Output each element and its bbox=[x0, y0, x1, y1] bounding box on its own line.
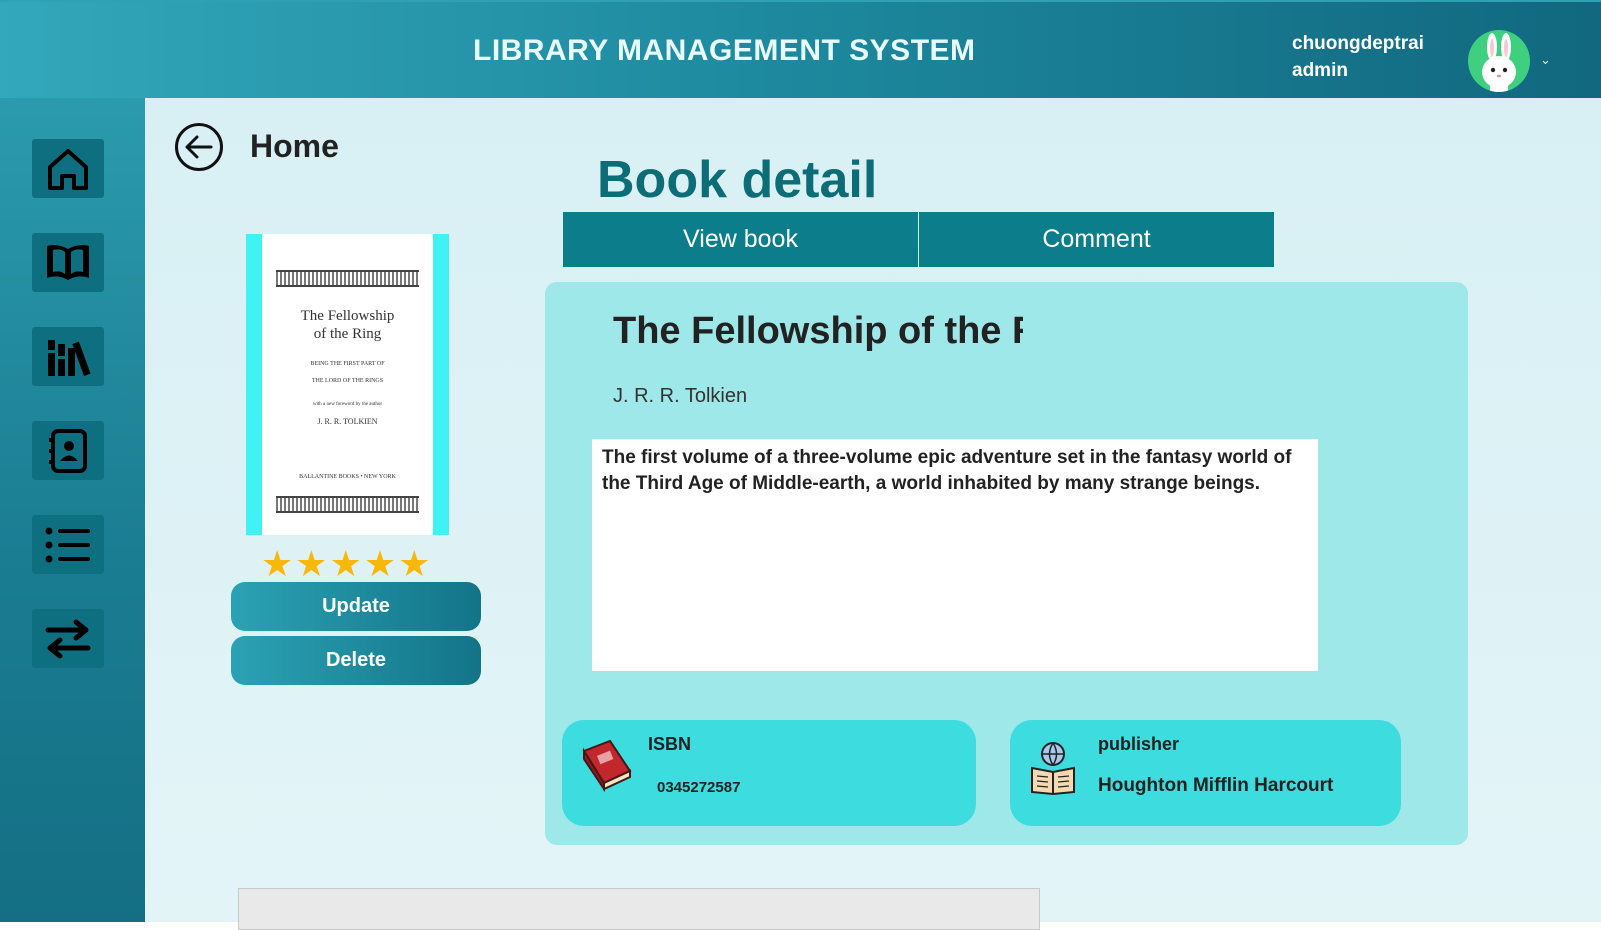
cover-publisher: BALLANTINE BOOKS • NEW YORK bbox=[299, 474, 396, 480]
rating-stars: ★★★★★ bbox=[261, 543, 432, 585]
cover-title-line2: of the Ring bbox=[313, 326, 382, 342]
cover-subtitle-3: with a new foreword by the author bbox=[312, 402, 383, 407]
table-header-partial bbox=[238, 888, 1040, 930]
chevron-down-icon[interactable]: ⌄ bbox=[1540, 52, 1551, 68]
tab-view-book[interactable]: View book bbox=[563, 212, 918, 267]
sidebar-item-home[interactable] bbox=[32, 139, 104, 198]
app-title: LIBRARY MANAGEMENT SYSTEM bbox=[473, 34, 976, 67]
book-icon bbox=[47, 244, 89, 280]
list-icon bbox=[45, 527, 90, 562]
sidebar-item-contacts[interactable] bbox=[32, 421, 104, 480]
back-button[interactable] bbox=[174, 122, 224, 172]
back-label[interactable]: Home bbox=[250, 128, 339, 165]
user-name: chuongdeptrai bbox=[1292, 33, 1424, 54]
cover-ornament-bottom bbox=[276, 496, 419, 513]
isbn-value: 0345272587 bbox=[657, 779, 741, 796]
user-role: admin bbox=[1292, 60, 1348, 81]
book-description[interactable]: The first volume of a three-volume epic … bbox=[592, 439, 1318, 671]
sidebar-item-library[interactable] bbox=[32, 327, 104, 386]
isbn-label: ISBN bbox=[648, 734, 692, 754]
main-content: Home Book detail View book Comment The F… bbox=[145, 98, 1601, 930]
star-icon: ★ bbox=[261, 543, 296, 584]
delete-button[interactable]: Delete bbox=[231, 636, 481, 685]
sidebar-item-transfer[interactable] bbox=[32, 609, 104, 668]
red-book-icon bbox=[582, 739, 632, 793]
sidebar-item-list[interactable] bbox=[32, 515, 104, 574]
book-author: J. R. R. Tolkien bbox=[613, 385, 748, 407]
library-icon bbox=[48, 339, 91, 376]
star-icon: ★ bbox=[363, 543, 399, 584]
book-info-panel: The Fellowship of the R J. R. R. Tolkien… bbox=[545, 282, 1468, 845]
star-icon: ★ bbox=[295, 543, 330, 584]
star-icon: ★ bbox=[398, 543, 433, 584]
cover-subtitle-2: THE LORD OF THE RINGS bbox=[311, 378, 384, 384]
publisher-label: publisher bbox=[1098, 734, 1180, 754]
cover-subtitle-1: BEING THE FIRST PART OF bbox=[310, 361, 385, 367]
publisher-card: publisher Houghton Mifflin Harcourt bbox=[1010, 720, 1401, 826]
avatar[interactable] bbox=[1468, 30, 1530, 92]
cover-ornament-top bbox=[276, 270, 419, 287]
book-cover-page: The Fellowship of the Ring BEING THE FIR… bbox=[262, 234, 433, 535]
app-window: LIBRARY MANAGEMENT SYSTEM chuongdeptrai … bbox=[0, 0, 1601, 930]
transfer-icon bbox=[45, 619, 91, 658]
header-bar: LIBRARY MANAGEMENT SYSTEM chuongdeptrai … bbox=[0, 2, 1601, 98]
cover-author: J. R. R. TOLKIEN bbox=[317, 417, 378, 426]
book-title: The Fellowship of the R bbox=[613, 310, 1023, 352]
tab-comment[interactable]: Comment bbox=[919, 212, 1274, 267]
publisher-value: Houghton Mifflin Harcourt bbox=[1098, 775, 1334, 796]
isbn-card: ISBN 0345272587 bbox=[562, 720, 976, 826]
rabbit-avatar-icon bbox=[1482, 33, 1516, 92]
contacts-icon bbox=[49, 428, 87, 473]
cover-title-line1: The Fellowship bbox=[300, 308, 395, 324]
star-icon: ★ bbox=[329, 543, 364, 584]
book-description-text: The first volume of a three-volume epic … bbox=[602, 447, 1292, 494]
page-title: Book detail bbox=[597, 151, 878, 209]
sidebar-item-books[interactable] bbox=[32, 233, 104, 292]
back-arrow-icon bbox=[175, 123, 223, 171]
update-button[interactable]: Update bbox=[231, 582, 481, 631]
book-cover: The Fellowship of the Ring BEING THE FIR… bbox=[246, 234, 449, 535]
globe-book-icon bbox=[1031, 742, 1075, 796]
home-icon bbox=[48, 148, 88, 190]
